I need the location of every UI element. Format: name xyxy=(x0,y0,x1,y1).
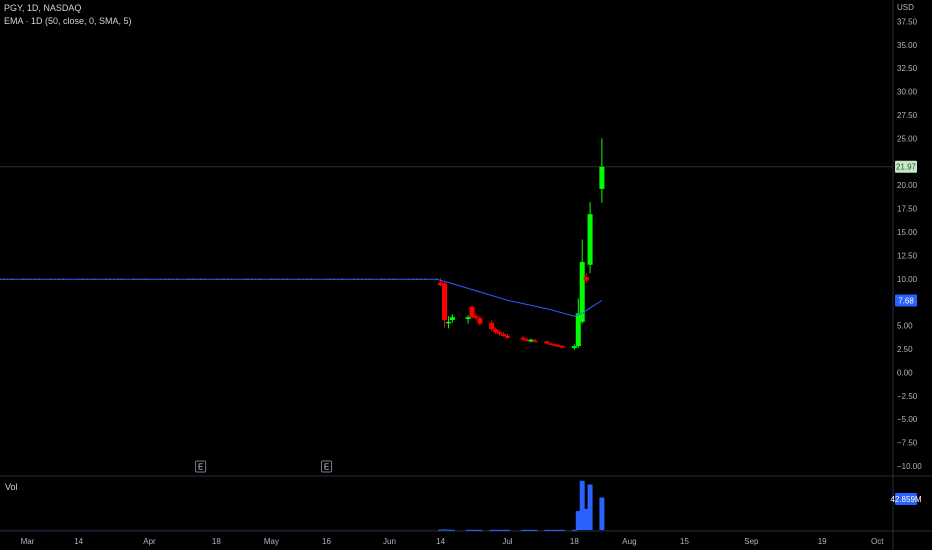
y-tick-label: 25.00 xyxy=(897,134,918,143)
candle-body xyxy=(571,346,577,349)
x-tick-label: 15 xyxy=(680,537,689,546)
ema-line xyxy=(0,278,603,317)
y-tick-label: −10.00 xyxy=(897,462,922,471)
y-tick-label: 35.00 xyxy=(897,41,918,50)
x-tick-label: Mar xyxy=(21,537,35,546)
candle-body xyxy=(501,334,507,336)
x-tick-label: 18 xyxy=(212,537,221,546)
y-tick-label: −5.00 xyxy=(897,415,918,424)
candle-body xyxy=(504,335,510,338)
volume-bar xyxy=(532,529,538,531)
candle-body xyxy=(442,283,448,320)
candle-body xyxy=(497,332,503,335)
candle-body xyxy=(493,329,499,333)
candle-body xyxy=(445,321,451,324)
volume-bar xyxy=(449,529,455,531)
candle-body xyxy=(469,306,475,318)
y-tick-label: −2.50 xyxy=(897,392,918,401)
x-tick-label: Jun xyxy=(383,537,396,546)
volume-value-badge: 42.859M xyxy=(890,495,921,504)
candle-body xyxy=(473,316,479,319)
volume-legend[interactable]: Vol xyxy=(5,482,18,492)
candle-body xyxy=(532,340,538,343)
y-tick-label: 32.50 xyxy=(897,64,918,73)
volume-bar xyxy=(587,484,593,530)
symbol-title[interactable]: PGY, 1D, NASDAQ xyxy=(4,3,81,13)
price-chart[interactable]: 37.50 35.00 32.50 30.00 27.50 25.00 20.00 17.50… xyxy=(0,0,932,550)
candle-body xyxy=(560,346,566,348)
candle-body xyxy=(599,166,605,189)
earnings-marker-label: E xyxy=(198,463,203,472)
y-tick-label: −7.50 xyxy=(897,439,918,448)
y-tick-label: 27.50 xyxy=(897,111,918,120)
candle-body xyxy=(520,337,526,340)
candle-body xyxy=(583,276,589,281)
y-tick-label: 2.50 xyxy=(897,345,913,354)
y-tick-label: 17.50 xyxy=(897,205,918,214)
x-tick-label: Apr xyxy=(143,537,156,546)
y-tick-label: 20.00 xyxy=(897,181,918,190)
volume-bar xyxy=(504,529,510,531)
volume-bar xyxy=(599,497,605,530)
ema-value-badge: 7.68 xyxy=(898,297,914,306)
y-tick-label: 15.00 xyxy=(897,228,918,237)
x-tick-label: 14 xyxy=(74,537,83,546)
candle-body xyxy=(587,214,593,265)
candle-body xyxy=(477,318,483,324)
candle-body xyxy=(489,322,495,330)
y-tick-label: 10.00 xyxy=(897,275,918,284)
candle-body xyxy=(465,317,471,320)
y-tick-label: 37.50 xyxy=(897,17,918,26)
x-tick-label: Oct xyxy=(871,537,884,546)
y-tick-label: 0.00 xyxy=(897,368,913,377)
volume-bar xyxy=(477,529,483,531)
x-tick-label: May xyxy=(264,537,279,546)
x-tick-label: Aug xyxy=(622,537,636,546)
x-tick-label: Sep xyxy=(744,537,759,546)
y-tick-label: 30.00 xyxy=(897,88,918,97)
candle-body xyxy=(449,317,455,320)
last-price-badge: 21.97 xyxy=(896,163,917,172)
x-tick-label: Jul xyxy=(502,537,512,546)
x-tick-label: 14 xyxy=(436,537,445,546)
x-tick-label: 19 xyxy=(818,537,827,546)
x-tick-label: 16 xyxy=(322,537,331,546)
currency-label: USD xyxy=(897,3,914,12)
ema-legend[interactable]: EMA · 1D (50, close, 0, SMA, 5) xyxy=(4,16,132,26)
y-tick-label: 5.00 xyxy=(897,322,913,331)
earnings-marker-label: E xyxy=(324,463,329,472)
x-tick-label: 18 xyxy=(570,537,579,546)
candle-body xyxy=(544,341,550,344)
volume-bar xyxy=(560,529,566,531)
y-tick-label: 12.50 xyxy=(897,251,918,260)
